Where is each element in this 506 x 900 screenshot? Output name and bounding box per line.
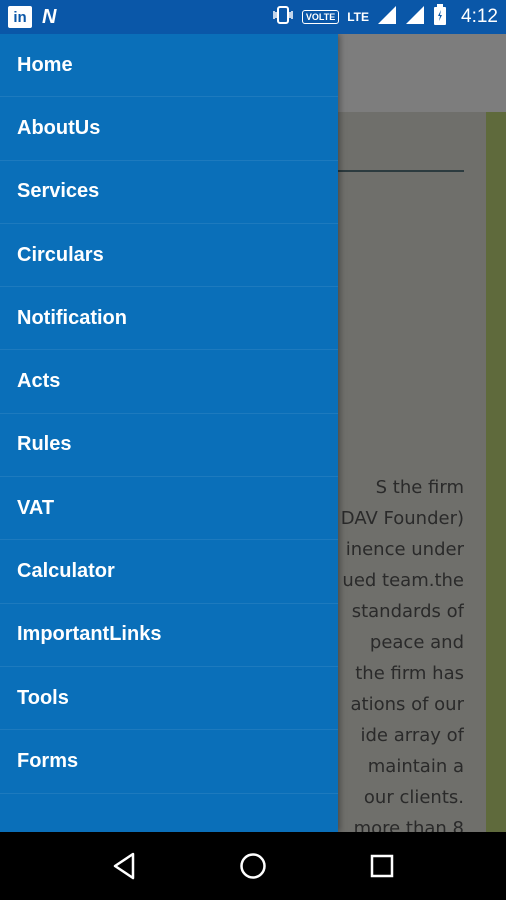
drawer-item-tools[interactable]: Tools (0, 667, 338, 731)
navigation-bar (0, 832, 506, 900)
signal-icon (377, 5, 397, 29)
drawer-item-rules[interactable]: Rules (0, 414, 338, 478)
vibrate-icon (272, 6, 294, 28)
signal-icon-2 (405, 5, 425, 29)
drawer-item-importantlinks[interactable]: ImportantLinks (0, 604, 338, 667)
lte-label: LTE (347, 10, 370, 24)
navigation-drawer: Home AboutUs Services Circulars Notifica… (0, 34, 338, 832)
drawer-item-notification[interactable]: Notification (0, 287, 338, 351)
status-bar: in N VOLTE LTE 4:12 (0, 0, 506, 34)
body-text-line: maintain a (367, 756, 464, 777)
body-text-line: DAV Founder) (340, 508, 464, 529)
body-text-line: ide array of (360, 725, 465, 746)
divider (338, 170, 464, 172)
back-icon[interactable] (94, 836, 154, 896)
body-text-line: peace and (369, 632, 464, 653)
body-text-line: ued team.the (342, 570, 464, 591)
home-icon[interactable] (223, 836, 283, 896)
body-text-line: our clients. (363, 787, 464, 808)
drawer-item-forms[interactable]: Forms (0, 730, 338, 794)
linkedin-icon: in (8, 6, 32, 28)
content-border (486, 112, 506, 832)
drawer-item-vat[interactable]: VAT (0, 477, 338, 541)
drawer-item-services[interactable]: Services (0, 161, 338, 224)
body-text-line: ations of our (350, 694, 464, 715)
drawer-item-home[interactable]: Home (0, 34, 338, 98)
body-text-line: inence under (345, 539, 464, 560)
clock: 4:12 (461, 6, 498, 27)
drawer-item-calculator[interactable]: Calculator (0, 540, 338, 604)
drawer-item-acts[interactable]: Acts (0, 350, 338, 414)
body-text: S the firm DAV Founder) inence under ued… (338, 472, 464, 844)
body-text-line: standards of (351, 601, 464, 622)
recents-icon[interactable] (352, 836, 412, 896)
body-text-line: S the firm (375, 477, 464, 498)
body-text-line: the firm has (355, 663, 464, 684)
battery-icon (433, 4, 447, 30)
n-notification-icon: N (42, 5, 57, 28)
drawer-item-aboutus[interactable]: AboutUs (0, 97, 338, 161)
volte-badge: VOLTE (301, 10, 340, 24)
drawer-item-circulars[interactable]: Circulars (0, 224, 338, 288)
